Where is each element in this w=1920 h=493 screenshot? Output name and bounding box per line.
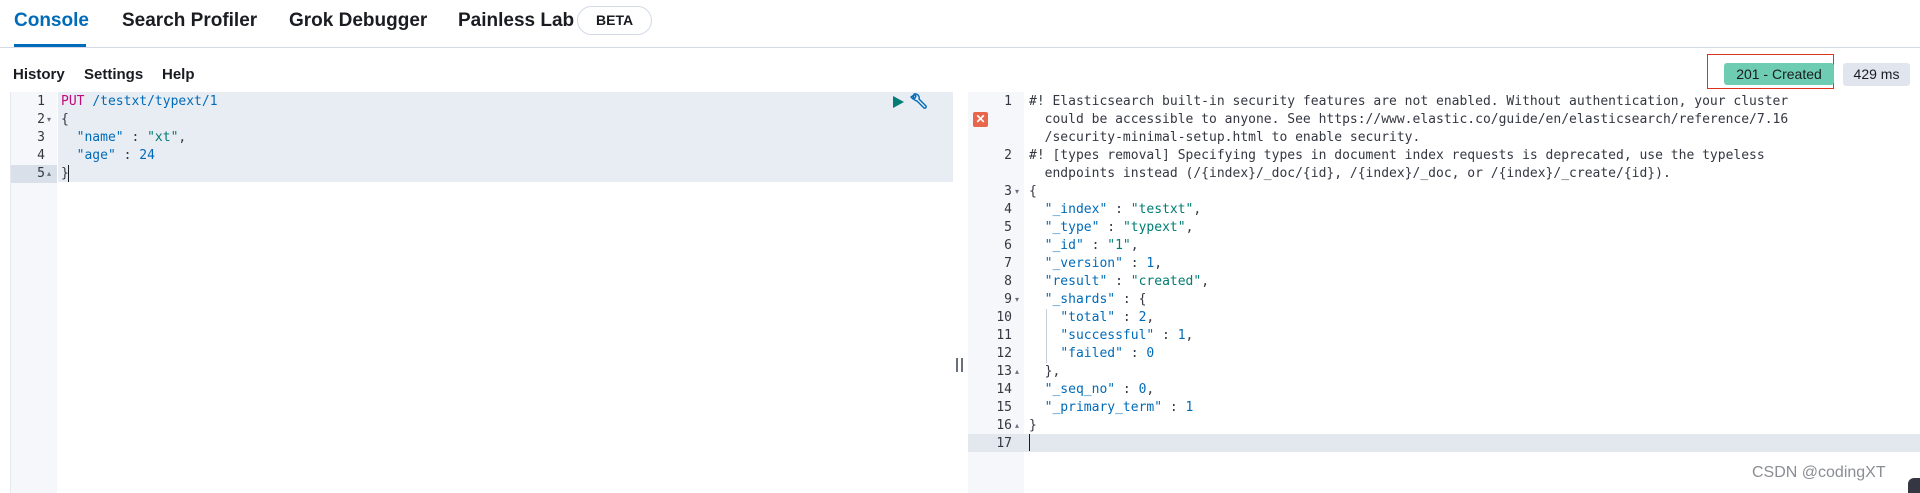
response-json-line: "failed" : 0 bbox=[1060, 346, 1155, 361]
fold-open-icon[interactable]: ▾ bbox=[1015, 291, 1019, 309]
request-editor[interactable]: 1 2 ▾ 3 4 5 ▴ PUT /testxt/typext/1{ "name" : "x… bbox=[10, 92, 953, 493]
active-line-highlight bbox=[968, 434, 1920, 452]
response-json-line: "successful" : 1, bbox=[1060, 328, 1194, 343]
http-method: PUT bbox=[61, 94, 85, 109]
tab-painless-lab[interactable]: Painless Lab bbox=[458, 9, 574, 33]
fold-close-icon[interactable]: ▴ bbox=[1015, 363, 1019, 381]
help-menu-item[interactable]: Help bbox=[162, 66, 195, 84]
line-number: 4 bbox=[37, 148, 45, 163]
line-number bbox=[968, 165, 1012, 183]
line-number: 8 bbox=[1004, 274, 1012, 289]
text-cursor bbox=[68, 165, 69, 182]
response-json-line: "_primary_term" : 1 bbox=[1044, 400, 1194, 415]
response-json-line: "_version" : 1, bbox=[1044, 256, 1163, 271]
request-body-line: { bbox=[61, 112, 69, 127]
error-icon: ✕ bbox=[973, 112, 988, 127]
request-url: /testxt/typext/1 bbox=[92, 94, 218, 109]
deprecation-warning-line: #! [types removal] Specifying types in d… bbox=[1029, 148, 1765, 163]
line-number: 2 bbox=[37, 112, 45, 127]
response-json-line: "_id" : "1", bbox=[1044, 238, 1139, 253]
response-json-line: } bbox=[1029, 418, 1037, 433]
history-menu-item[interactable]: History bbox=[13, 66, 65, 84]
settings-menu-item[interactable]: Settings bbox=[84, 66, 143, 84]
line-number: 1 bbox=[37, 94, 45, 109]
line-number: 3 bbox=[1004, 184, 1012, 199]
security-warning-line: could be accessible to anyone. See https… bbox=[1029, 112, 1789, 127]
security-warning-line: /security-minimal-setup.html to enable s… bbox=[1029, 130, 1421, 145]
line-number: 15 bbox=[996, 400, 1012, 415]
line-number: 13 bbox=[996, 364, 1012, 379]
indent-guide bbox=[1046, 309, 1047, 363]
play-icon[interactable] bbox=[891, 95, 905, 109]
line-number: 17 bbox=[996, 436, 1012, 451]
fold-close-icon[interactable]: ▴ bbox=[47, 165, 51, 183]
fold-open-icon[interactable]: ▾ bbox=[1015, 183, 1019, 201]
line-number: 1 bbox=[1004, 94, 1012, 109]
response-json-line: "result" : "created", bbox=[1044, 274, 1210, 289]
pane-resizer[interactable] bbox=[956, 358, 964, 372]
response-json-line: "_shards" : { bbox=[1044, 292, 1147, 307]
line-number: 16 bbox=[996, 418, 1012, 433]
response-json-line: "_type" : "typext", bbox=[1044, 220, 1194, 235]
tab-grok-debugger[interactable]: Grok Debugger bbox=[289, 9, 427, 33]
line-number: 5 bbox=[37, 166, 45, 181]
response-editor[interactable]: 1 2 3 ▾ 4 5 6 7 8 9 ▾ 10 11 12 13 ▴ 14 15 16 ▴ 17 #! Elastics… bbox=[968, 92, 1920, 493]
line-number: 6 bbox=[1004, 238, 1012, 253]
response-cursor bbox=[1029, 434, 1030, 451]
line-number: 3 bbox=[37, 130, 45, 145]
response-json-line: }, bbox=[1044, 364, 1061, 379]
line-number: 14 bbox=[996, 382, 1012, 397]
top-tabs: Console Search Profiler Grok Debugger Pa… bbox=[0, 0, 1920, 48]
line-number: 9 bbox=[1004, 292, 1012, 307]
tab-console[interactable]: Console bbox=[14, 9, 89, 33]
response-json-line: "total" : 2, bbox=[1060, 310, 1155, 325]
beta-badge: BETA bbox=[577, 6, 653, 35]
line-number: 11 bbox=[996, 328, 1012, 343]
line-number bbox=[968, 129, 1012, 147]
line-number: 5 bbox=[1004, 220, 1012, 235]
fold-close-icon[interactable]: ▴ bbox=[1015, 417, 1019, 435]
tab-search-profiler[interactable]: Search Profiler bbox=[122, 9, 257, 33]
status-badge: 201 - Created bbox=[1724, 63, 1834, 85]
line-number: 2 bbox=[1004, 148, 1012, 163]
line-number: 4 bbox=[1004, 202, 1012, 217]
watermark: CSDN @codingXT bbox=[1752, 464, 1886, 481]
response-json-line: "_index" : "testxt", bbox=[1044, 202, 1202, 217]
request-line: PUT /testxt/typext/1 bbox=[61, 93, 218, 111]
wrench-icon[interactable] bbox=[910, 93, 928, 111]
line-number: 10 bbox=[996, 310, 1012, 325]
security-warning-line: #! Elasticsearch built-in security featu… bbox=[1029, 94, 1789, 109]
line-number: 12 bbox=[996, 346, 1012, 361]
request-body-line: "age" : 24 bbox=[76, 148, 155, 163]
deprecation-warning-line: endpoints instead (/{index}/_doc/{id}, /… bbox=[1029, 166, 1671, 181]
scrollbar-corner[interactable] bbox=[1908, 478, 1920, 493]
line-number: 7 bbox=[1004, 256, 1012, 271]
response-json-line: { bbox=[1029, 184, 1037, 199]
response-json-line: "_seq_no" : 0, bbox=[1044, 382, 1155, 397]
request-body-line: "name" : "xt", bbox=[76, 130, 187, 145]
fold-open-icon[interactable]: ▾ bbox=[47, 111, 51, 129]
response-time-badge: 429 ms bbox=[1843, 63, 1910, 86]
active-tab-underline bbox=[14, 44, 86, 47]
